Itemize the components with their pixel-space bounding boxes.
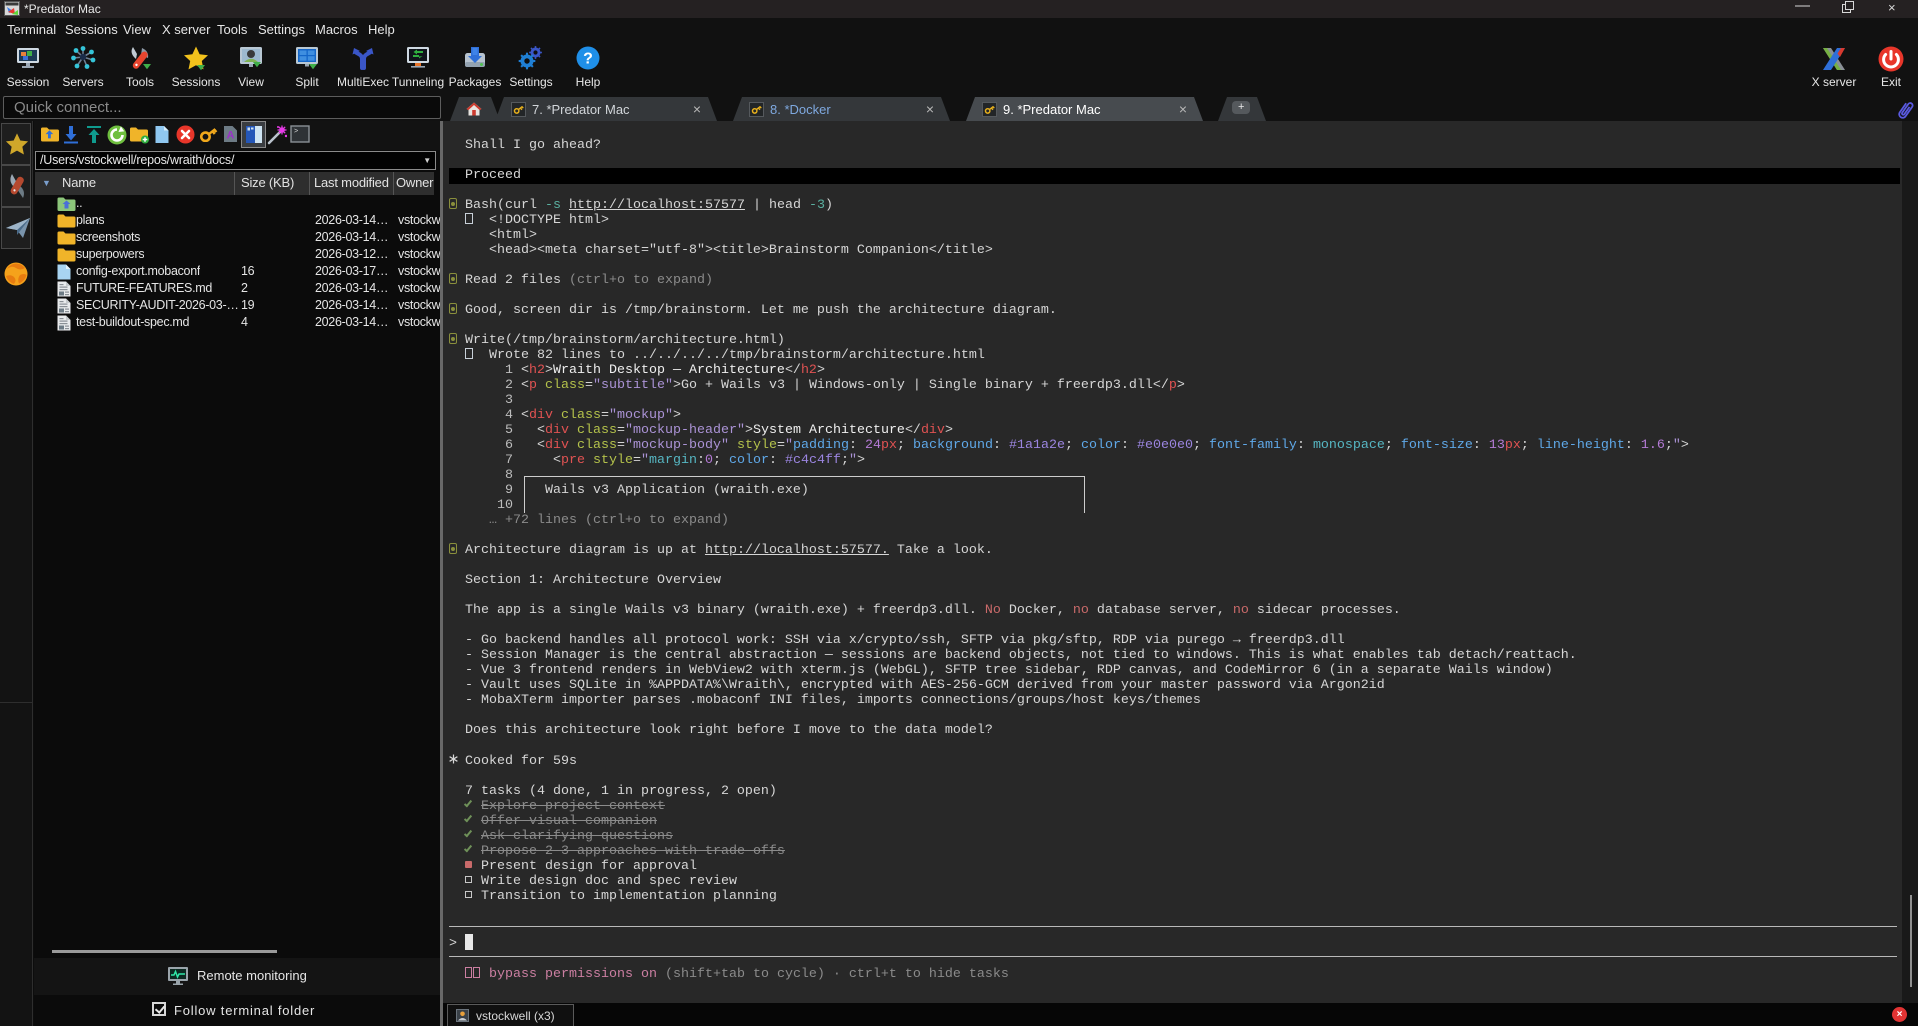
svg-text:>: > <box>294 128 298 136</box>
svg-text:?: ? <box>583 51 593 68</box>
svg-text:A: A <box>227 130 235 142</box>
